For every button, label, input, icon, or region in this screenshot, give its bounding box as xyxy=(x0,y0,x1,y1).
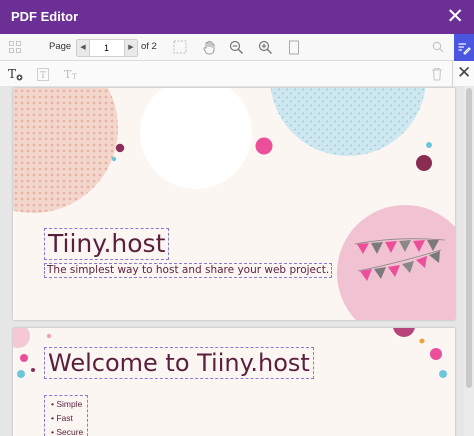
page-2-title[interactable]: Welcome to Tiiny.host xyxy=(44,347,314,379)
search-icon[interactable] xyxy=(429,38,447,56)
svg-text:T: T xyxy=(8,67,16,81)
zoom-in-icon[interactable] xyxy=(256,38,274,56)
page-1-artwork xyxy=(13,88,455,320)
grid-icon[interactable] xyxy=(6,38,24,56)
page-count-label: of 2 xyxy=(141,41,157,52)
text-size-icon[interactable]: TT xyxy=(62,65,82,83)
svg-text:T: T xyxy=(72,73,77,81)
document-viewer[interactable]: Tiiny.host The simplest way to host and … xyxy=(0,86,474,436)
page-navigator: ◀ ▶ xyxy=(76,39,138,57)
vertical-scrollbar[interactable] xyxy=(464,86,474,436)
close-editor-button[interactable]: ✕ xyxy=(457,63,471,83)
pdf-page-2: Welcome to Tiiny.host Simple Fast Secure xyxy=(13,328,455,436)
close-window-button[interactable]: ✕ xyxy=(446,5,464,27)
single-page-icon[interactable] xyxy=(285,38,303,56)
scrollbar-thumb[interactable] xyxy=(466,88,472,388)
svg-text:T: T xyxy=(64,68,72,81)
page-1-title[interactable]: Tiiny.host xyxy=(44,228,170,260)
page-label: Page xyxy=(49,41,72,52)
page-1-subtitle[interactable]: The simplest way to host and share your … xyxy=(44,263,333,278)
edit-text-button[interactable] xyxy=(454,34,474,61)
page-number-input[interactable] xyxy=(91,41,122,54)
pdf-page-1: Tiiny.host The simplest way to host and … xyxy=(13,88,455,320)
toolbar-divider xyxy=(452,61,453,86)
feature-item: Simple xyxy=(51,397,83,411)
add-text-icon[interactable]: T xyxy=(6,65,24,83)
text-toolbar: T T TT ✕ xyxy=(0,61,474,87)
next-page-button[interactable]: ▶ xyxy=(124,40,137,56)
zoom-out-icon[interactable] xyxy=(227,38,245,56)
hand-pan-icon[interactable] xyxy=(200,38,218,56)
svg-text:T: T xyxy=(40,71,46,81)
trash-icon[interactable] xyxy=(428,65,446,83)
feature-list[interactable]: Simple Fast Secure xyxy=(44,395,89,436)
main-toolbar: Page ◀ ▶ of 2 xyxy=(0,34,474,61)
prev-page-button[interactable]: ◀ xyxy=(77,40,90,56)
text-style-icon[interactable]: T xyxy=(34,65,52,83)
feature-item: Fast xyxy=(51,411,83,425)
window-title: PDF Editor xyxy=(11,9,79,24)
edit-text-icon xyxy=(457,41,471,55)
fit-page-icon[interactable] xyxy=(171,38,189,56)
title-bar: PDF Editor ✕ xyxy=(0,0,474,34)
feature-item: Secure xyxy=(51,425,83,436)
